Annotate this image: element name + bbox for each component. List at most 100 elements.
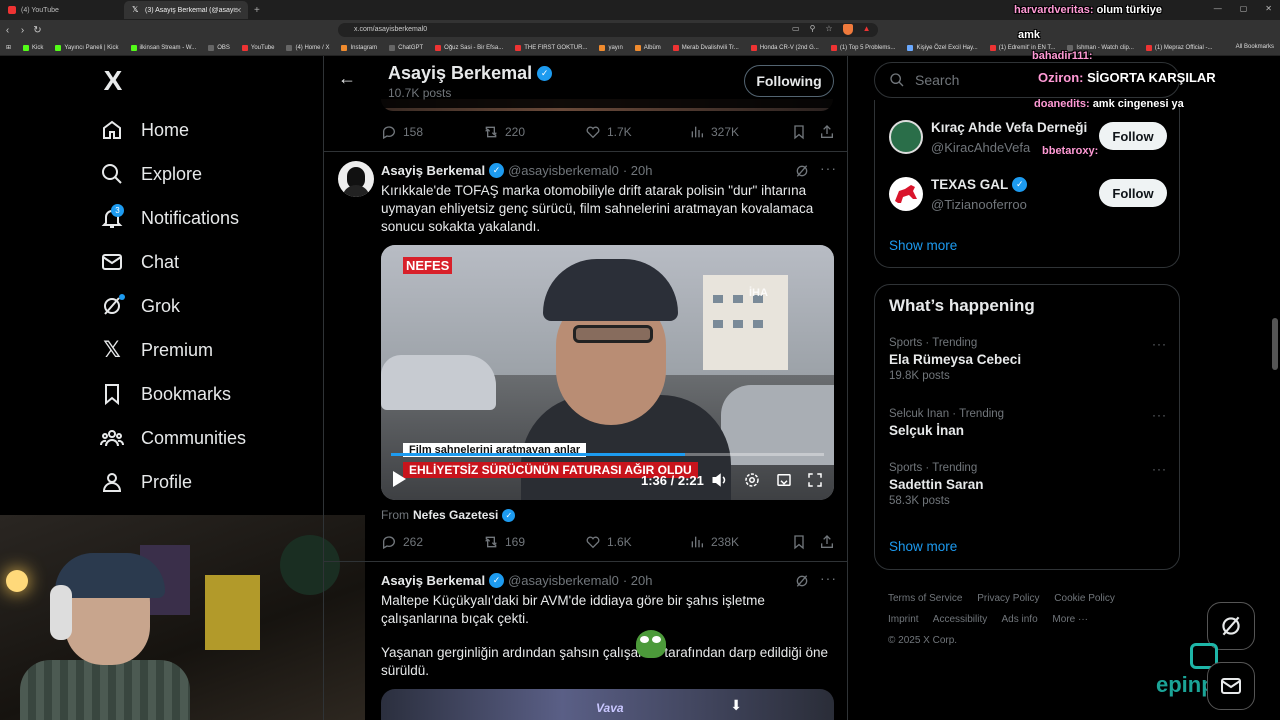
source-name[interactable]: Nefes Gazetesi (413, 508, 498, 522)
nav-item-premium[interactable]: 𝕏 Premium (98, 328, 246, 372)
bookmark-item[interactable]: Instagram (341, 44, 377, 51)
author-handle[interactable]: @asayisberkemal0 (508, 573, 619, 588)
fullscreen-icon[interactable] (806, 471, 824, 489)
show-more-link[interactable]: Show more (889, 539, 957, 554)
bookmark-item[interactable]: Yayıncı Paneli | Kick (55, 44, 119, 51)
footer-link[interactable]: Privacy Policy (977, 593, 1039, 604)
footer-link[interactable]: Imprint (888, 614, 919, 625)
nav-item-explore[interactable]: Explore (98, 152, 246, 196)
repost-button[interactable]: 169 (483, 534, 525, 550)
star-icon[interactable]: ☆ (825, 24, 832, 35)
author-handle[interactable]: @asayisberkemal0 (508, 163, 619, 178)
bookmark-item[interactable]: yayın (599, 44, 623, 51)
bookmark-item[interactable]: THE FIRST GOKTUR... (515, 44, 587, 51)
like-button[interactable]: 1.7K (585, 124, 632, 140)
nav-item-home[interactable]: Home (98, 108, 246, 152)
bookmark-item[interactable]: Kick (23, 44, 43, 51)
nav-item-grok[interactable]: Grok (98, 284, 246, 328)
bookmark-item[interactable]: ChatGPT (389, 44, 423, 51)
warning-icon[interactable]: ▲ (863, 24, 871, 35)
post-time[interactable]: · 20h (623, 573, 653, 588)
reload-icon[interactable]: ↻ (30, 25, 45, 36)
bookmark-item[interactable]: Merab Dvalishvili Tr... (672, 44, 739, 51)
repost-button[interactable]: 220 (483, 124, 525, 140)
author-name[interactable]: Asayiş Berkemal (381, 163, 485, 178)
footer-link[interactable]: Ads info (1002, 614, 1038, 625)
picture-in-picture-icon[interactable] (775, 471, 793, 489)
grok-icon[interactable] (794, 163, 810, 179)
more-options-icon[interactable]: ··· (1152, 408, 1167, 422)
tweet[interactable]: Asayiş Berkemal ✓ @asayisberkemal0 · 20h… (324, 151, 847, 561)
back-icon[interactable]: ‹ (0, 25, 15, 36)
volume-icon[interactable] (711, 471, 729, 489)
bookmark-item[interactable]: ilkinsan Stream - W... (130, 44, 196, 51)
more-options-icon[interactable]: ··· (820, 570, 837, 586)
page-scrollbar[interactable] (1272, 318, 1278, 370)
like-button[interactable]: 1.6K (585, 534, 632, 550)
reply-button[interactable]: 262 (381, 534, 423, 550)
following-button[interactable]: Following (744, 65, 834, 97)
maximize-icon[interactable]: ▢ (1240, 4, 1248, 13)
bookmarks-grid-icon[interactable]: ⊞ (6, 44, 11, 51)
close-window-icon[interactable]: ✕ (1265, 4, 1272, 13)
more-options-icon[interactable]: ··· (820, 160, 837, 176)
video-progress-bar[interactable] (391, 453, 824, 456)
avatar[interactable] (889, 177, 923, 211)
footer-link[interactable]: Accessibility (933, 614, 987, 625)
nav-item-chat[interactable]: Chat (98, 240, 246, 284)
views-button[interactable]: 238K (689, 534, 739, 550)
nav-item-bookmarks[interactable]: Bookmarks (98, 372, 246, 416)
share-button[interactable] (819, 124, 835, 140)
minimize-icon[interactable]: — (1214, 4, 1222, 13)
download-icon[interactable]: ⬇ (730, 697, 742, 714)
bookmark-item[interactable]: YouTube (241, 44, 274, 51)
nav-item-profile[interactable]: Profile (98, 460, 246, 504)
share-button[interactable] (819, 534, 835, 550)
footer-link[interactable]: Terms of Service (888, 593, 962, 604)
footer-link[interactable]: More ··· (1052, 614, 1088, 625)
more-options-icon[interactable]: ··· (1152, 462, 1167, 476)
back-arrow-icon[interactable]: ← (338, 68, 356, 89)
more-options-icon[interactable]: ··· (1152, 337, 1167, 351)
follow-suggestion[interactable]: TEXAS GAL ✓ @Tizianooferroo Follow (889, 177, 1169, 217)
bookmark-item[interactable]: (1) Top 5 Problems... (830, 44, 895, 51)
settings-gear-icon[interactable] (743, 471, 761, 489)
play-icon[interactable] (393, 471, 406, 487)
new-tab-button[interactable]: + (254, 5, 260, 16)
zoom-icon[interactable]: ⚲ (810, 24, 816, 35)
reply-button[interactable]: 158 (381, 124, 423, 140)
bookmark-post-button[interactable] (791, 124, 807, 140)
trend-item[interactable]: Selcuk Inan · Trending Selçuk İnan ··· (889, 408, 1169, 438)
nav-item-communities[interactable]: Communities (98, 416, 246, 460)
avatar[interactable] (889, 120, 923, 154)
trend-item[interactable]: Sports · Trending Ela Rümeysa Cebeci 19.… (889, 337, 1169, 382)
cast-icon[interactable]: ▭ (792, 24, 800, 35)
views-button[interactable]: 327K (689, 124, 739, 140)
bookmark-item[interactable]: Albüm (634, 44, 661, 51)
close-tab-icon[interactable]: ✕ (235, 6, 242, 15)
follow-button[interactable]: Follow (1099, 179, 1167, 207)
tweet-media[interactable]: Vava ⬇ (381, 689, 834, 720)
bookmark-item[interactable]: (4) Home / X (286, 44, 329, 51)
show-more-link[interactable]: Show more (889, 238, 957, 253)
all-bookmarks[interactable]: All Bookmarks (1236, 44, 1274, 50)
author-name[interactable]: Asayiş Berkemal (381, 573, 485, 588)
nav-item-notifications[interactable]: 3 Notifications (98, 196, 246, 240)
bookmark-post-button[interactable] (791, 534, 807, 550)
bookmark-item[interactable]: Honda CR-V (2nd G... (750, 44, 819, 51)
bookmark-item[interactable]: Kişiye Özel Excil Hay... (907, 44, 978, 51)
forward-icon[interactable]: › (15, 25, 30, 36)
bookmark-item[interactable]: OBS (208, 44, 230, 51)
grok-icon[interactable] (794, 573, 810, 589)
brave-shield-icon[interactable] (842, 24, 853, 35)
bookmark-item[interactable]: Oğuz Sasi - Bir Efsa... (435, 44, 503, 51)
x-logo-icon[interactable]: X (98, 66, 128, 96)
trend-item[interactable]: Sports · Trending Sadettin Saran 58.3K p… (889, 462, 1169, 507)
messages-floating-button[interactable] (1207, 662, 1255, 710)
browser-tab-x[interactable]: 𝕏 (3) Asayiş Berkemal (@asayisbe... ✕ (124, 1, 248, 19)
footer-link[interactable]: Cookie Policy (1054, 593, 1115, 604)
video-player[interactable]: NEFES İHA Film sahnelerini aratmayan anl… (381, 245, 834, 500)
post-time[interactable]: · 20h (623, 163, 653, 178)
avatar[interactable] (338, 161, 374, 197)
browser-tab-youtube[interactable]: (4) YouTube (0, 1, 124, 19)
